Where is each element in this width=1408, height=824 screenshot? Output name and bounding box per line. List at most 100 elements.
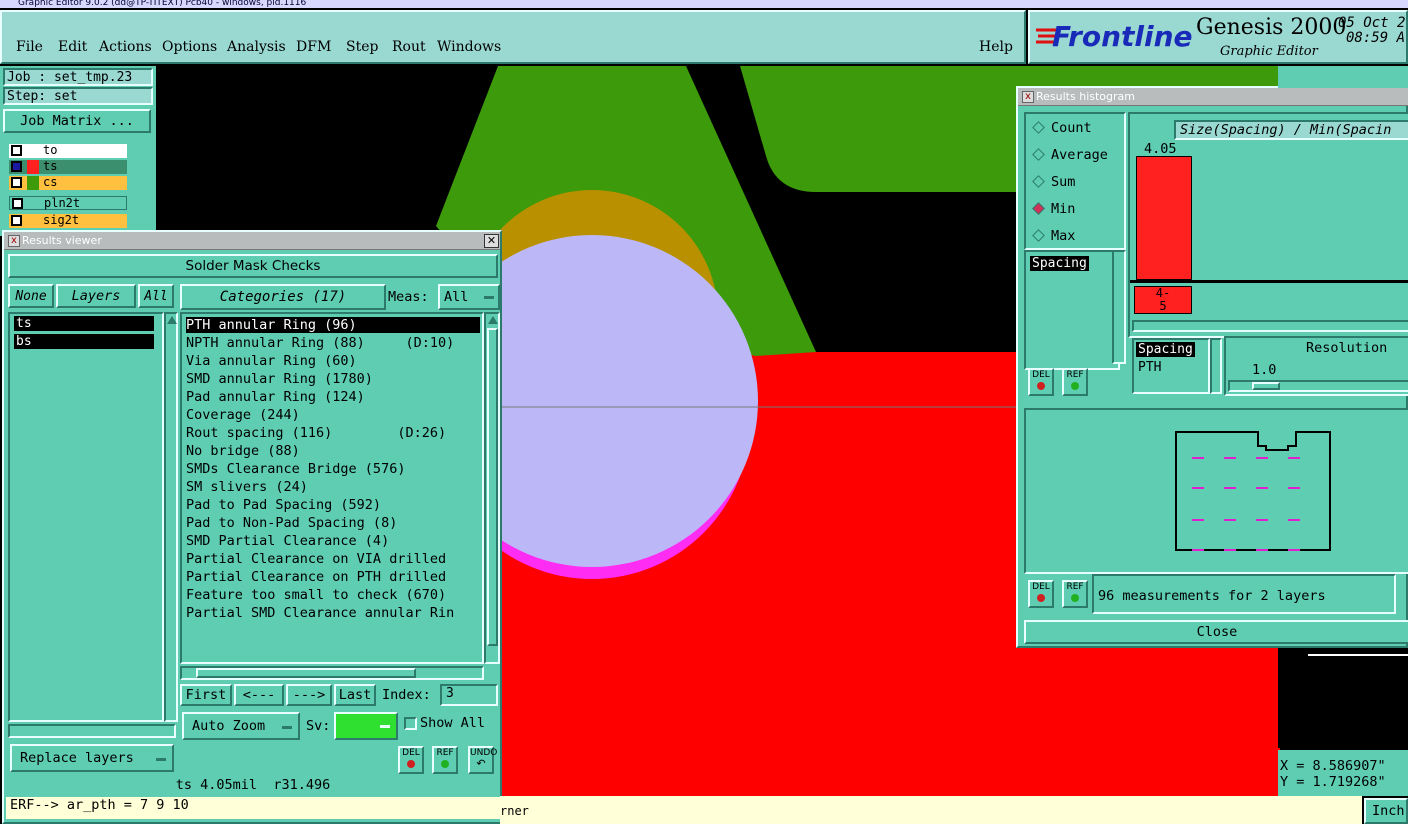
hist-del-button[interactable]: DEL xyxy=(1028,368,1054,396)
job-label: Job : set_tmp.23 xyxy=(3,68,153,86)
show-all-checkbox[interactable] xyxy=(404,717,417,730)
layer-item[interactable]: ts xyxy=(14,316,154,331)
categories-list[interactable]: PTH annular Ring (96) NPTH annular Ring … xyxy=(180,312,484,664)
menu-rout[interactable]: Rout xyxy=(392,39,426,55)
histogram-titlebar[interactable]: x Results histogram xyxy=(1018,88,1408,106)
layers-button[interactable]: Layers xyxy=(56,284,136,308)
histogram-close-button[interactable]: Close xyxy=(1024,620,1408,644)
list1-scrollbar[interactable] xyxy=(1112,250,1126,364)
layers-list[interactable]: ts bs xyxy=(8,312,164,722)
board-preview[interactable] xyxy=(1024,408,1408,574)
radio-min[interactable]: Min xyxy=(1032,201,1075,217)
radio-average[interactable]: Average xyxy=(1032,147,1108,163)
layer-item[interactable]: bs xyxy=(14,334,154,349)
layer-row-cs[interactable]: cs xyxy=(9,175,127,190)
category-item[interactable]: SMD Partial Clearance (4) xyxy=(186,533,389,549)
menu-actions[interactable]: Actions xyxy=(99,39,152,55)
radio-sum[interactable]: Sum xyxy=(1032,174,1075,190)
layer-row-sig2t[interactable]: sig2t xyxy=(9,213,127,228)
job-matrix-button[interactable]: Job Matrix ... xyxy=(3,109,151,133)
category-item[interactable]: NPTH annular Ring (88) (D:10) xyxy=(186,335,454,351)
menu-step[interactable]: Step xyxy=(346,39,378,55)
left-panel: Job : set_tmp.23 Step: set Job Matrix ..… xyxy=(0,66,156,236)
histogram-options: Count Average Sum Min Max xyxy=(1024,112,1126,250)
results-viewer-titlebar[interactable]: x Results viewer xyxy=(4,232,500,250)
sv-label: Sv: xyxy=(306,718,331,734)
categories-vscroll[interactable] xyxy=(484,312,500,664)
category-item[interactable]: Via annular Ring (60) xyxy=(186,353,357,369)
category-item[interactable]: Partial Clearance on PTH drilled xyxy=(186,569,446,585)
category-item[interactable]: Coverage (244) xyxy=(186,407,300,423)
category-item[interactable]: No bridge (88) xyxy=(186,443,300,459)
all-button[interactable]: All xyxy=(138,284,174,308)
bottom-status-bar: rner xyxy=(500,796,1362,824)
next-button[interactable]: ---> xyxy=(286,684,332,706)
category-item[interactable]: Partial Clearance on VIA drilled xyxy=(186,551,446,567)
hist-del-button-2[interactable]: DEL xyxy=(1028,580,1054,608)
histogram-list-2[interactable]: Spacing PTH xyxy=(1132,338,1210,394)
menu-options[interactable]: Options xyxy=(162,39,217,55)
category-item-selected[interactable]: PTH annular Ring (96) xyxy=(186,317,480,333)
brand-product: Genesis 2000 xyxy=(1196,15,1347,40)
menu-dfm[interactable]: DFM xyxy=(296,39,331,55)
layer-row-ts[interactable]: ts xyxy=(9,159,127,174)
category-item[interactable]: Feature too small to check (670) xyxy=(186,587,446,603)
resolution-slider[interactable] xyxy=(1228,380,1408,392)
menu-analysis[interactable]: Analysis xyxy=(227,39,286,55)
close-icon[interactable]: ✕ xyxy=(484,234,499,248)
brand-subtitle: Graphic Editor xyxy=(1220,44,1318,59)
mini-view xyxy=(1278,648,1408,748)
menu-file[interactable]: File xyxy=(16,39,43,55)
del-button[interactable]: DEL xyxy=(398,746,424,774)
prev-button[interactable]: <--- xyxy=(234,684,284,706)
none-button[interactable]: None xyxy=(8,284,54,308)
auto-zoom-dropdown[interactable]: Auto Zoom xyxy=(182,712,300,740)
measurements-label: 96 measurements for 2 layers xyxy=(1092,574,1396,614)
undo-button[interactable]: UNDO ↶ xyxy=(468,746,497,774)
index-input[interactable]: 3 xyxy=(440,684,498,706)
category-item[interactable]: SM slivers (24) xyxy=(186,479,308,495)
board-outline-graphic xyxy=(1175,431,1331,551)
category-item[interactable]: Pad to Pad Spacing (592) xyxy=(186,497,381,513)
radio-count[interactable]: Count xyxy=(1032,120,1092,136)
meas-label: Meas: xyxy=(388,289,429,305)
layer-row-pln2t[interactable]: pln2t xyxy=(9,196,127,210)
list2-scrollbar[interactable] xyxy=(1210,338,1222,394)
menu-windows[interactable]: Windows xyxy=(437,39,501,55)
category-item[interactable]: Pad to Non-Pad Spacing (8) xyxy=(186,515,397,531)
first-button[interactable]: First xyxy=(180,684,232,706)
last-button[interactable]: Last xyxy=(334,684,376,706)
category-item[interactable]: Partial SMD Clearance annular Rin xyxy=(186,605,454,621)
dropdown-arrow-icon xyxy=(282,726,292,729)
category-item[interactable]: SMD annular Ring (1780) xyxy=(186,371,373,387)
hist-ref-button[interactable]: REF xyxy=(1062,368,1088,396)
layers-hscroll[interactable] xyxy=(8,724,176,738)
category-item[interactable]: Rout spacing (116) (D:26) xyxy=(186,425,446,441)
replace-layers-dropdown[interactable]: Replace layers xyxy=(10,744,174,772)
menu-help[interactable]: Help xyxy=(979,39,1013,55)
brand-area: Frontline Genesis 2000 Graphic Editor 05… xyxy=(1028,10,1408,64)
ref-button[interactable]: REF xyxy=(432,746,458,774)
radio-max[interactable]: Max xyxy=(1032,228,1075,244)
layers-scrollbar[interactable] xyxy=(164,312,178,722)
sv-color-dropdown[interactable] xyxy=(334,712,398,740)
category-item[interactable]: SMDs Clearance Bridge (576) xyxy=(186,461,405,477)
category-item[interactable]: Pad annular Ring (124) xyxy=(186,389,365,405)
meas-dropdown[interactable]: All xyxy=(438,284,500,310)
coord-x: X = 8.586907" xyxy=(1280,758,1386,774)
coord-y: Y = 1.719268" xyxy=(1280,774,1386,790)
categories-button[interactable]: Categories (17) xyxy=(180,284,386,310)
units-button[interactable]: Inch xyxy=(1364,798,1408,824)
histogram-bar[interactable] xyxy=(1136,156,1192,280)
hist-ref-button-2[interactable]: REF xyxy=(1062,580,1088,608)
histogram-list-1[interactable]: Spacing xyxy=(1024,250,1120,370)
list-item[interactable]: Spacing xyxy=(1030,256,1089,271)
layer-row-to[interactable]: to xyxy=(9,143,127,158)
app-title-bar: Graphic Editor 9.0.2 (dd@TP-TITEXT) Pcb4… xyxy=(0,0,1408,8)
list-item[interactable]: PTH xyxy=(1138,360,1161,375)
chart-hscroll[interactable] xyxy=(1132,320,1408,332)
list-item[interactable]: Spacing xyxy=(1136,342,1195,357)
menu-edit[interactable]: Edit xyxy=(58,39,87,55)
bin-label[interactable]: 4- 5 xyxy=(1134,286,1192,314)
categories-hscroll[interactable] xyxy=(180,666,484,680)
